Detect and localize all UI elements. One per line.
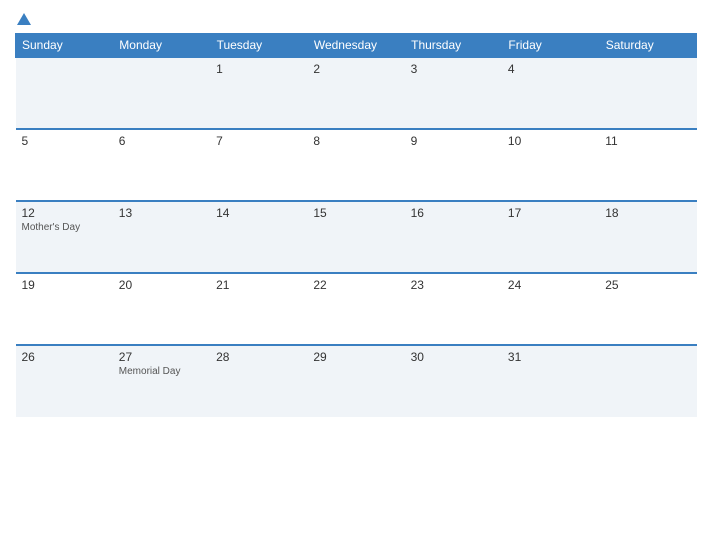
week-row-4: 19 20 21 22 23 24 25 <box>16 273 697 345</box>
calendar-cell <box>599 345 696 417</box>
day-number: 14 <box>216 206 301 220</box>
day-number: 19 <box>22 278 107 292</box>
calendar-cell: 7 <box>210 129 307 201</box>
day-number: 9 <box>411 134 496 148</box>
weekday-row: SundayMondayTuesdayWednesdayThursdayFrid… <box>16 34 697 58</box>
calendar-cell: 27 Memorial Day <box>113 345 210 417</box>
calendar-cell: 16 <box>405 201 502 273</box>
calendar-cell: 12 Mother's Day <box>16 201 113 273</box>
day-number: 13 <box>119 206 204 220</box>
calendar-cell: 21 <box>210 273 307 345</box>
day-number: 26 <box>22 350 107 364</box>
event-label: Mother's Day <box>22 222 107 233</box>
day-number: 5 <box>22 134 107 148</box>
calendar-cell: 2 <box>307 57 404 129</box>
day-number: 28 <box>216 350 301 364</box>
calendar-cell: 19 <box>16 273 113 345</box>
day-number: 2 <box>313 62 398 76</box>
calendar-cell: 6 <box>113 129 210 201</box>
logo-triangle-icon <box>17 13 31 25</box>
calendar-page: SundayMondayTuesdayWednesdayThursdayFrid… <box>0 0 712 550</box>
day-number: 27 <box>119 350 204 364</box>
calendar-cell: 23 <box>405 273 502 345</box>
day-number: 16 <box>411 206 496 220</box>
day-number: 11 <box>605 134 690 148</box>
weekday-header-sunday: Sunday <box>16 34 113 58</box>
calendar-cell: 11 <box>599 129 696 201</box>
calendar-cell: 20 <box>113 273 210 345</box>
event-label: Memorial Day <box>119 366 204 377</box>
calendar-cell: 29 <box>307 345 404 417</box>
calendar-cell <box>599 57 696 129</box>
logo <box>15 10 31 25</box>
calendar-table: SundayMondayTuesdayWednesdayThursdayFrid… <box>15 33 697 417</box>
day-number: 6 <box>119 134 204 148</box>
day-number: 8 <box>313 134 398 148</box>
day-number: 7 <box>216 134 301 148</box>
day-number: 22 <box>313 278 398 292</box>
day-number: 12 <box>22 206 107 220</box>
weekday-header-monday: Monday <box>113 34 210 58</box>
calendar-cell: 15 <box>307 201 404 273</box>
calendar-cell: 8 <box>307 129 404 201</box>
day-number: 25 <box>605 278 690 292</box>
header <box>15 10 697 25</box>
calendar-header: SundayMondayTuesdayWednesdayThursdayFrid… <box>16 34 697 58</box>
calendar-cell: 26 <box>16 345 113 417</box>
week-row-2: 56789 10 11 <box>16 129 697 201</box>
calendar-cell: 13 <box>113 201 210 273</box>
weekday-header-saturday: Saturday <box>599 34 696 58</box>
week-row-3: 12 Mother's Day 13 14 15 16 17 18 <box>16 201 697 273</box>
calendar-cell <box>113 57 210 129</box>
week-row-1: 1234 <box>16 57 697 129</box>
day-number: 31 <box>508 350 593 364</box>
calendar-cell: 18 <box>599 201 696 273</box>
weekday-header-tuesday: Tuesday <box>210 34 307 58</box>
day-number: 30 <box>411 350 496 364</box>
calendar-cell <box>16 57 113 129</box>
calendar-cell: 24 <box>502 273 599 345</box>
calendar-cell: 25 <box>599 273 696 345</box>
calendar-cell: 31 <box>502 345 599 417</box>
calendar-cell: 3 <box>405 57 502 129</box>
calendar-cell: 14 <box>210 201 307 273</box>
calendar-cell: 30 <box>405 345 502 417</box>
day-number: 17 <box>508 206 593 220</box>
weekday-header-friday: Friday <box>502 34 599 58</box>
calendar-cell: 9 <box>405 129 502 201</box>
day-number: 4 <box>508 62 593 76</box>
day-number: 18 <box>605 206 690 220</box>
calendar-cell: 10 <box>502 129 599 201</box>
calendar-cell: 1 <box>210 57 307 129</box>
calendar-body: 123456789101112Mother's Day1314151617181… <box>16 57 697 417</box>
day-number: 15 <box>313 206 398 220</box>
day-number: 20 <box>119 278 204 292</box>
day-number: 21 <box>216 278 301 292</box>
calendar-cell: 22 <box>307 273 404 345</box>
day-number: 1 <box>216 62 301 76</box>
weekday-header-thursday: Thursday <box>405 34 502 58</box>
calendar-cell: 17 <box>502 201 599 273</box>
week-row-5: 26 27 Memorial Day 28 29 30 31 <box>16 345 697 417</box>
day-number: 23 <box>411 278 496 292</box>
day-number: 10 <box>508 134 593 148</box>
calendar-cell: 5 <box>16 129 113 201</box>
day-number: 3 <box>411 62 496 76</box>
day-number: 29 <box>313 350 398 364</box>
day-number: 24 <box>508 278 593 292</box>
calendar-cell: 4 <box>502 57 599 129</box>
calendar-cell: 28 <box>210 345 307 417</box>
weekday-header-wednesday: Wednesday <box>307 34 404 58</box>
